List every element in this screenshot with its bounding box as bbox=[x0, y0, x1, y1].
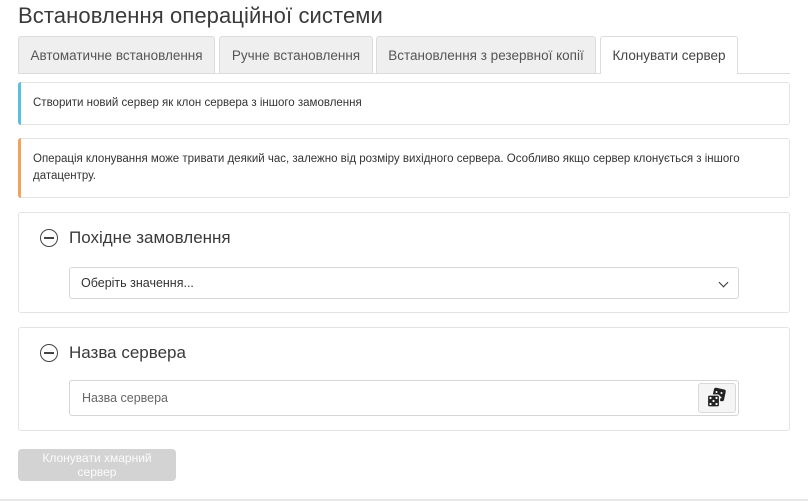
server-name-input[interactable] bbox=[70, 381, 696, 415]
tab-restore-from-backup[interactable]: Встановлення з резервної копії bbox=[376, 36, 596, 73]
chevron-down-icon bbox=[718, 277, 729, 288]
generate-name-button[interactable] bbox=[698, 383, 736, 413]
server-name-header[interactable]: Назва сервера bbox=[40, 343, 186, 363]
source-order-panel: Похідне замовлення Оберіть значення... bbox=[18, 212, 790, 313]
info-alert: Створити новий сервер як клон сервера з … bbox=[18, 82, 790, 125]
page-title: Встановлення операційної системи bbox=[18, 3, 383, 28]
source-order-title: Похідне замовлення bbox=[69, 228, 231, 247]
tab-manual-install[interactable]: Ручне встановлення bbox=[219, 36, 373, 73]
source-order-select-value: Оберіть значення... bbox=[81, 276, 194, 290]
tab-automatic-install[interactable]: Автоматичне встановлення bbox=[18, 36, 215, 73]
source-order-select[interactable]: Оберіть значення... bbox=[69, 267, 739, 299]
info-alert-text: Створити новий сервер як клон сервера з … bbox=[33, 97, 362, 109]
tab-bar: Автоматичне встановлення Ручне встановле… bbox=[18, 36, 790, 74]
source-order-header[interactable]: Похідне замовлення bbox=[40, 228, 231, 248]
clone-server-button[interactable]: Клонувати хмарний сервер bbox=[18, 449, 176, 481]
warning-alert-text: Операція клонування може тривати деякий … bbox=[33, 153, 740, 182]
server-name-panel: Назва сервера bbox=[18, 327, 790, 431]
minus-circle-icon[interactable] bbox=[40, 229, 58, 247]
tab-clone-server[interactable]: Клонувати сервер bbox=[600, 36, 738, 74]
server-name-field-wrapper bbox=[69, 380, 739, 416]
warning-alert: Операція клонування може тривати деякий … bbox=[18, 138, 790, 198]
minus-circle-icon[interactable] bbox=[40, 344, 58, 362]
server-name-title: Назва сервера bbox=[69, 343, 186, 362]
dice-icon bbox=[706, 387, 726, 408]
